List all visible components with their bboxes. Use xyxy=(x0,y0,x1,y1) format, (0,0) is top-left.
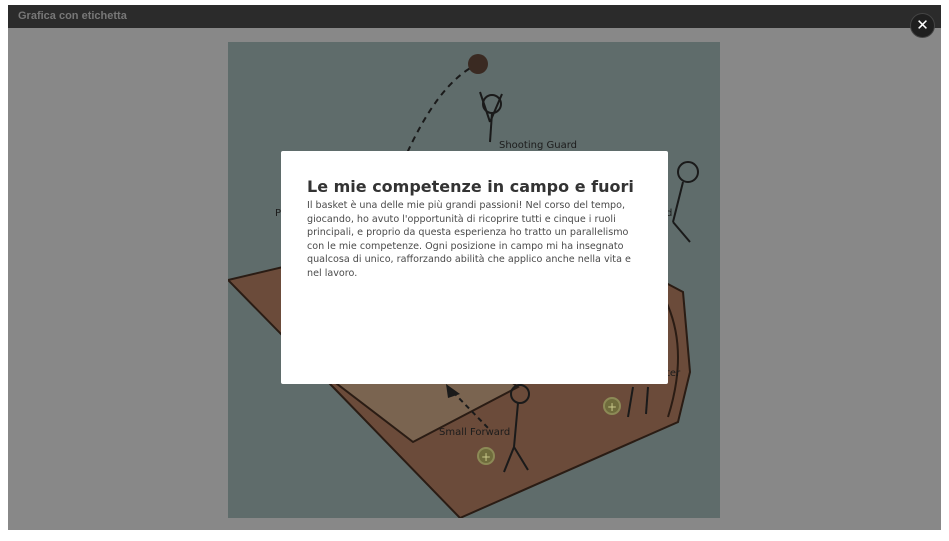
close-button[interactable]: ✕ xyxy=(910,13,935,38)
hotspot-small-forward-button[interactable]: + xyxy=(477,447,495,465)
label-center: ter xyxy=(666,368,681,379)
window-title: Grafica con etichetta xyxy=(18,10,127,22)
plus-icon: + xyxy=(606,400,618,414)
basketball xyxy=(468,54,488,74)
power-forward-figure xyxy=(677,161,699,183)
dialog-title: Le mie competenze in campo e fuori xyxy=(307,177,634,196)
hotspot-center-button[interactable]: + xyxy=(603,397,621,415)
plus-icon: + xyxy=(480,450,492,464)
title-bar: Grafica con etichetta xyxy=(8,5,941,28)
ball-trajectory xyxy=(402,63,479,163)
close-icon: ✕ xyxy=(916,16,929,34)
dialog-body-text: Il basket è una delle mie più grandi pas… xyxy=(307,200,631,279)
label-shooting-guard: Shooting Guard xyxy=(499,140,577,151)
label-small-forward: Small Forward xyxy=(439,427,511,438)
info-dialog: Le mie competenze in campo e fuori Il ba… xyxy=(281,151,668,384)
